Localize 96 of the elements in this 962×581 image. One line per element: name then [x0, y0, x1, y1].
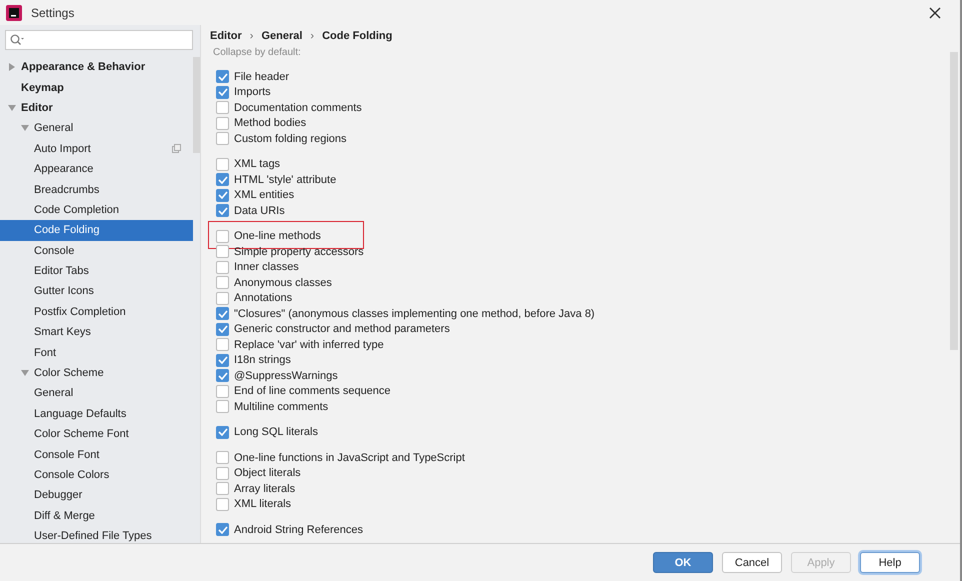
checkbox[interactable]	[216, 86, 229, 99]
checkbox-label: Generic constructor and method parameters	[234, 323, 450, 336]
checkbox[interactable]	[216, 384, 229, 398]
tree-item[interactable]: Breadcrumbs	[0, 179, 193, 200]
tree-item[interactable]: General	[0, 383, 193, 404]
checkbox-label: Method bodies	[234, 117, 306, 130]
app-logo-icon	[6, 4, 22, 20]
checkbox-label: Simple property accessors	[234, 246, 364, 258]
tree-item[interactable]: Code Completion	[0, 200, 193, 220]
breadcrumb-item: General	[261, 30, 302, 42]
tree-item[interactable]: Code Folding	[0, 220, 193, 241]
checkbox[interactable]	[216, 322, 229, 336]
checkbox[interactable]	[216, 523, 229, 536]
checkbox[interactable]	[216, 498, 229, 511]
checkbox[interactable]	[216, 245, 229, 258]
tree-item[interactable]: Language Defaults	[0, 404, 193, 424]
checkbox-label: Annotations	[234, 292, 292, 304]
checkbox[interactable]	[216, 338, 229, 352]
tree-item[interactable]: Editor	[0, 98, 193, 118]
scrollbar[interactable]	[193, 57, 200, 153]
checkbox-label: Anonymous classes	[234, 276, 332, 289]
checkbox-label: "Closures" (anonymous classes implementing one method, before Java 8)	[234, 308, 595, 320]
tree-item[interactable]: Debugger	[0, 485, 193, 506]
checkbox[interactable]	[216, 70, 229, 84]
checkbox[interactable]	[216, 132, 229, 146]
checkbox-label: XML entities	[234, 189, 294, 202]
checkbox-label: I18n strings	[234, 354, 291, 366]
scrollbar[interactable]	[950, 52, 958, 350]
tree-item[interactable]: Smart Keys	[0, 322, 193, 342]
tree-item[interactable]: Postfix Completion	[0, 302, 193, 322]
tree-item[interactable]: Console	[0, 240, 193, 261]
checkbox-label: Object literals	[234, 467, 301, 480]
checkbox-label: Multiline comments	[234, 400, 328, 413]
tree-item[interactable]: Console Font	[0, 444, 193, 465]
checkbox-label: File header	[234, 70, 290, 83]
tree-item[interactable]: Appearance & Behavior	[0, 57, 193, 78]
checkbox-label: Array literals	[234, 482, 296, 495]
tree-item[interactable]: Keymap	[0, 77, 193, 98]
checkbox[interactable]	[216, 466, 229, 480]
tree-item[interactable]: Diff & Merge	[0, 506, 193, 526]
checkbox-label: Inner classes	[234, 261, 299, 274]
checkbox-label: Replace 'var' with inferred type	[234, 338, 384, 351]
tree-item[interactable]: Editor Tabs	[0, 260, 193, 282]
dialog-button[interactable]: OK	[653, 552, 713, 573]
checkbox-label: One-line functions in JavaScript and TypeScript	[234, 452, 465, 464]
checkbox[interactable]	[216, 101, 229, 114]
checkbox-label: Imports	[234, 86, 271, 98]
tree-item[interactable]: Appearance	[0, 158, 193, 180]
checkbox[interactable]	[216, 260, 229, 274]
check-icon	[218, 428, 228, 436]
checkbox[interactable]	[216, 354, 229, 367]
tree-item[interactable]: General	[0, 118, 193, 139]
checkbox-label: One-line methods	[234, 230, 321, 242]
search-icon	[10, 34, 24, 46]
checkbox[interactable]	[216, 204, 229, 218]
check-icon	[218, 526, 228, 534]
checkbox-label: HTML 'style' attribute	[234, 174, 336, 186]
checkbox[interactable]	[216, 230, 229, 243]
chevron-icon: ›	[250, 30, 254, 42]
checkbox-label: XML tags	[234, 158, 280, 170]
window-title: Settings	[31, 6, 74, 20]
close-icon	[929, 6, 941, 18]
checkbox[interactable]	[216, 426, 229, 439]
tree-item[interactable]: Color Scheme	[0, 362, 193, 384]
checkbox-label: End of line comments sequence	[234, 385, 391, 398]
checkbox[interactable]	[216, 451, 229, 464]
tree-item[interactable]: User-Defined File Types	[0, 526, 193, 546]
checkbox-label: Android String References	[234, 524, 364, 536]
tree-item[interactable]: Color Scheme Font	[0, 424, 193, 444]
checkbox-label: Long SQL literals	[234, 426, 318, 438]
tree-item[interactable]: Gutter Icons	[0, 281, 193, 302]
checkbox[interactable]	[216, 158, 229, 171]
checkbox-label: Custom folding regions	[234, 132, 347, 145]
checkbox[interactable]	[216, 400, 229, 414]
checkbox[interactable]	[216, 292, 229, 305]
search-field[interactable]	[5, 30, 193, 50]
tree-item[interactable]: Console Colors	[0, 464, 193, 486]
tree-item[interactable]: Auto Import	[0, 138, 193, 159]
checkbox[interactable]	[216, 173, 229, 186]
checkbox-label: @SuppressWarnings	[234, 370, 338, 382]
chevron-icon: ›	[310, 30, 314, 42]
checkbox-label: Documentation comments	[234, 102, 362, 114]
checkbox[interactable]	[216, 188, 229, 202]
checkbox[interactable]	[216, 369, 229, 382]
breadcrumb-item: Code Folding	[322, 30, 392, 42]
section-label: Collapse by default:	[213, 47, 302, 59]
checkbox[interactable]	[216, 307, 229, 320]
tree-item[interactable]: Font	[0, 342, 193, 363]
dialog-button[interactable]: Cancel	[722, 552, 782, 573]
checkbox[interactable]	[216, 482, 229, 496]
breadcrumb-item: Editor	[210, 30, 242, 42]
checkbox-label: XML literals	[234, 498, 292, 510]
checkbox-label: Data URIs	[234, 204, 285, 217]
checkbox[interactable]	[216, 276, 229, 290]
checkbox[interactable]	[216, 116, 229, 130]
dialog-button[interactable]: Help	[860, 552, 920, 573]
